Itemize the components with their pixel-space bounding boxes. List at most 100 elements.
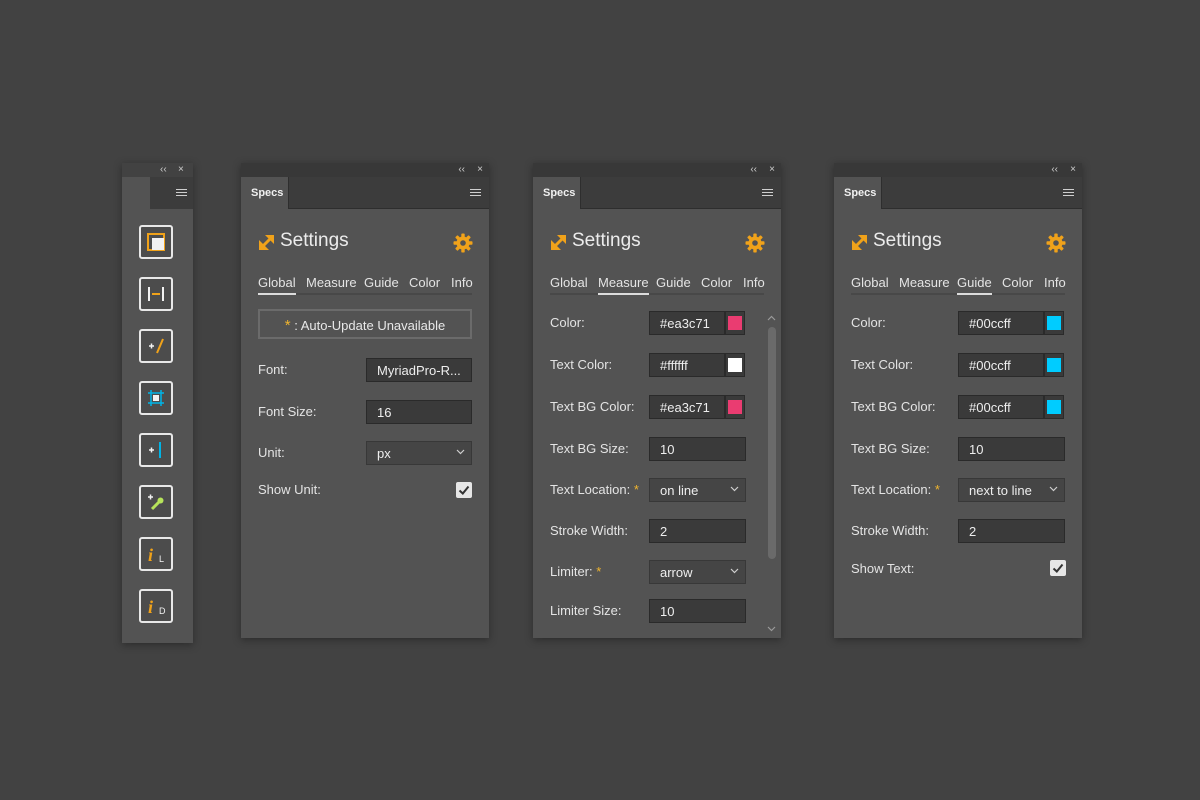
nav-tab-measure[interactable]: Measure: [306, 275, 357, 293]
panel-titlebar: ‹‹ ×: [241, 163, 489, 177]
gear-icon[interactable]: [453, 233, 473, 253]
collapse-icon[interactable]: ‹‹: [458, 164, 465, 176]
settings-nav: Global Measure Guide Color Info: [550, 275, 765, 295]
nav-tab-guide[interactable]: Guide: [957, 275, 992, 295]
font-field[interactable]: MyriadPro-R...: [366, 358, 472, 382]
unit-select[interactable]: px: [366, 441, 472, 465]
gear-icon[interactable]: [1046, 233, 1066, 253]
tool-panel: ‹‹ × i L i D: [122, 163, 193, 643]
text-bg-color-swatch-fill: [1047, 400, 1061, 414]
panel-menu-icon[interactable]: [1063, 189, 1074, 197]
color-swatch[interactable]: [1044, 311, 1064, 335]
nav-tab-color[interactable]: Color: [701, 275, 732, 293]
text-bg-size-label: Text BG Size:: [550, 441, 629, 456]
text-color-field[interactable]: #ffffff: [649, 353, 725, 377]
stroke-width-label: Stroke Width:: [550, 523, 629, 538]
scrollbar-thumb[interactable]: [768, 327, 776, 559]
color-swatch-fill: [1047, 316, 1061, 330]
tool-panel-titlebar: ‹‹ ×: [122, 163, 193, 177]
text-bg-color-swatch[interactable]: [725, 395, 745, 419]
panel-menu-icon[interactable]: [176, 189, 187, 197]
nav-tab-color[interactable]: Color: [1002, 275, 1033, 293]
close-icon[interactable]: ×: [178, 164, 184, 176]
nav-tab-measure[interactable]: Measure: [899, 275, 950, 293]
limiter-size-field[interactable]: 10: [649, 599, 746, 623]
close-icon[interactable]: ×: [1070, 164, 1076, 176]
scroll-down-icon[interactable]: [767, 626, 776, 632]
svg-text:i: i: [148, 545, 153, 565]
artboard-tool-button[interactable]: [139, 225, 173, 259]
show-unit-checkbox[interactable]: [456, 482, 472, 498]
text-location-row: Text Location: * next to line: [851, 478, 1065, 502]
nav-tab-guide[interactable]: Guide: [656, 275, 691, 293]
text-bg-color-swatch[interactable]: [1044, 395, 1064, 419]
stroke-width-field[interactable]: 2: [649, 519, 746, 543]
limiter-select[interactable]: arrow: [649, 560, 746, 584]
text-bg-color-field[interactable]: #00ccff: [958, 395, 1044, 419]
limiter-label: Limiter: *: [550, 564, 601, 579]
specs-tab[interactable]: Specs: [241, 177, 289, 209]
nav-tab-color[interactable]: Color: [409, 275, 440, 293]
required-marker: *: [934, 482, 940, 497]
checkmark-icon: [1052, 562, 1064, 574]
unit-row: Unit: px: [258, 441, 472, 465]
text-bg-color-row: Text BG Color: #ea3c71: [550, 395, 750, 419]
collapse-icon[interactable]: ‹‹: [1051, 164, 1058, 176]
info-layer-tool-button[interactable]: i L: [139, 537, 173, 571]
nav-tab-measure[interactable]: Measure: [598, 275, 649, 295]
measure-spacing-tool-button[interactable]: [139, 277, 173, 311]
limiter-size-label: Limiter Size:: [550, 603, 622, 618]
bounds-tool-button[interactable]: [139, 381, 173, 415]
settings-nav: Global Measure Guide Color Info: [851, 275, 1066, 295]
stroke-width-field[interactable]: 2: [958, 519, 1065, 543]
color-field[interactable]: #ea3c71: [649, 311, 725, 335]
text-bg-color-field[interactable]: #ea3c71: [649, 395, 725, 419]
nav-tab-global[interactable]: Global: [550, 275, 588, 293]
svg-text:L: L: [159, 554, 164, 564]
color-field[interactable]: #00ccff: [958, 311, 1044, 335]
nav-tab-guide[interactable]: Guide: [364, 275, 399, 293]
text-color-swatch[interactable]: [725, 353, 745, 377]
panel-tabstrip: Specs: [241, 177, 489, 209]
color-picker-tool-button[interactable]: [139, 485, 173, 519]
guide-tool-button[interactable]: [139, 433, 173, 467]
chevron-down-icon: [456, 447, 465, 456]
text-location-label: Text Location: *: [851, 482, 940, 497]
nav-tab-info[interactable]: Info: [743, 275, 765, 293]
panel-tabstrip: Specs: [533, 177, 781, 209]
font-row: Font: MyriadPro-R...: [258, 358, 472, 382]
nav-tab-info[interactable]: Info: [1044, 275, 1066, 293]
collapse-icon[interactable]: ‹‹: [750, 164, 757, 176]
nav-tab-info[interactable]: Info: [451, 275, 473, 293]
text-bg-size-label: Text BG Size:: [851, 441, 930, 456]
panel-menu-icon[interactable]: [762, 189, 773, 197]
text-bg-size-field[interactable]: 10: [958, 437, 1065, 461]
svg-text:D: D: [159, 606, 166, 616]
text-bg-size-field[interactable]: 10: [649, 437, 746, 461]
measure-distance-tool-button[interactable]: [139, 329, 173, 363]
text-bg-color-label: Text BG Color:: [550, 399, 635, 414]
settings-title: Settings: [280, 230, 349, 251]
show-text-checkbox[interactable]: [1050, 560, 1066, 576]
scrollbar[interactable]: [765, 313, 779, 634]
text-color-field[interactable]: #00ccff: [958, 353, 1044, 377]
text-location-select[interactable]: next to line: [958, 478, 1065, 502]
color-swatch[interactable]: [725, 311, 745, 335]
nav-tab-global[interactable]: Global: [851, 275, 889, 293]
panel-menu-icon[interactable]: [470, 189, 481, 197]
text-location-select[interactable]: on line: [649, 478, 746, 502]
text-color-label: Text Color:: [851, 357, 914, 372]
specs-tab[interactable]: Specs: [533, 177, 581, 209]
info-document-tool-button[interactable]: i D: [139, 589, 173, 623]
collapse-icon[interactable]: ‹‹: [160, 164, 167, 176]
scroll-up-icon[interactable]: [767, 315, 776, 321]
specs-tab[interactable]: Specs: [834, 177, 882, 209]
gear-icon[interactable]: [745, 233, 765, 253]
close-icon[interactable]: ×: [769, 164, 775, 176]
notice-star: *: [284, 317, 291, 334]
checkmark-icon: [458, 484, 470, 496]
nav-tab-global[interactable]: Global: [258, 275, 296, 295]
text-color-swatch[interactable]: [1044, 353, 1064, 377]
font-size-field[interactable]: 16: [366, 400, 472, 424]
close-icon[interactable]: ×: [477, 164, 483, 176]
